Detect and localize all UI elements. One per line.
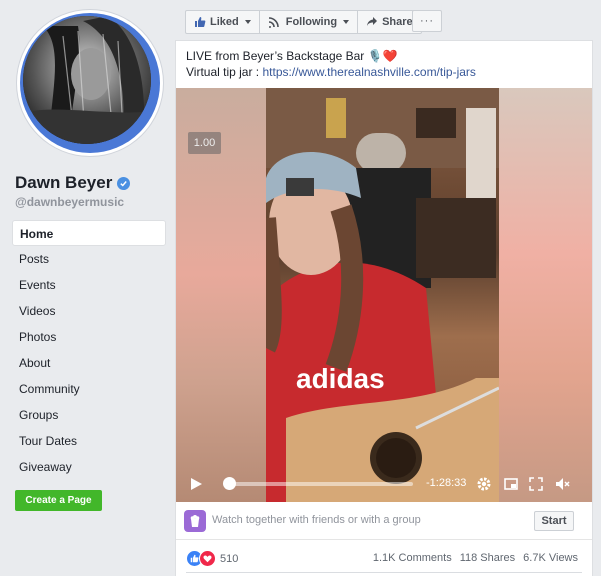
svg-text:adidas: adidas	[296, 363, 385, 394]
tip-jar-link[interactable]: https://www.therealnashville.com/tip-jar…	[262, 65, 475, 79]
engagement-counts: 1.1K Comments 118 Shares 6.7K Views	[373, 552, 578, 564]
left-column: Dawn Beyer @dawnbeyermusic Home Posts Ev…	[0, 0, 174, 576]
gear-icon[interactable]	[476, 476, 492, 492]
verified-badge-icon	[117, 176, 131, 190]
nav-item-about[interactable]: About	[12, 350, 166, 376]
post-line-2: Virtual tip jar : https://www.therealnas…	[186, 64, 476, 80]
love-reaction-icon	[199, 550, 216, 567]
microphone-icon: 🎙️	[367, 49, 383, 63]
create-page-button[interactable]: Create a Page	[15, 490, 102, 511]
post-text: LIVE from Beyer’s Backstage Bar 🎙️❤️ Vir…	[186, 48, 476, 80]
nav-item-giveaway[interactable]: Giveaway	[12, 454, 166, 480]
reaction-count[interactable]: 510	[220, 553, 238, 565]
start-watch-party-button[interactable]: Start	[534, 511, 574, 531]
video-progress-bar[interactable]	[229, 482, 413, 486]
page-navigation: Home Posts Events Videos Photos About Co…	[12, 220, 166, 480]
fullscreen-icon[interactable]	[528, 476, 544, 492]
following-label: Following	[285, 16, 338, 28]
popcorn-icon	[184, 510, 206, 532]
heart-icon: ❤️	[382, 49, 398, 63]
playback-rate[interactable]: 1.00	[188, 132, 221, 154]
muted-speaker-icon[interactable]	[554, 476, 570, 492]
shares-count[interactable]: 118 Shares	[460, 552, 515, 564]
nav-item-photos[interactable]: Photos	[12, 324, 166, 350]
time-remaining: -1:28:33	[426, 477, 467, 489]
more-dots-icon: ···	[420, 15, 434, 27]
nav-item-community[interactable]: Community	[12, 376, 166, 402]
following-button[interactable]: Following	[260, 11, 359, 33]
nav-item-videos[interactable]: Videos	[12, 298, 166, 324]
picture-in-picture-icon[interactable]	[503, 476, 519, 492]
watch-party-text: Watch together with friends or with a gr…	[212, 514, 421, 526]
nav-item-tour-dates[interactable]: Tour Dates	[12, 428, 166, 454]
post-line-1: LIVE from Beyer’s Backstage Bar 🎙️❤️	[186, 48, 476, 64]
video-player[interactable]: adidas 1.00 -1:28:33	[176, 88, 592, 502]
liked-button[interactable]: Liked	[186, 11, 260, 33]
profile-picture-frame[interactable]	[17, 10, 163, 156]
nav-item-home[interactable]: Home	[12, 220, 166, 246]
thumbs-up-icon	[195, 17, 206, 27]
chevron-down-icon	[343, 20, 350, 24]
views-count: 6.7K Views	[523, 552, 578, 564]
reactions-summary[interactable]: 510	[186, 550, 238, 567]
share-arrow-icon	[367, 17, 378, 26]
nav-item-posts[interactable]: Posts	[12, 246, 166, 272]
post-card: LIVE from Beyer’s Backstage Bar 🎙️❤️ Vir…	[175, 40, 593, 576]
share-label: Share	[382, 16, 413, 28]
right-gutter	[594, 0, 601, 576]
nav-item-groups[interactable]: Groups	[12, 402, 166, 428]
rss-follow-icon	[268, 17, 279, 28]
page-name-text[interactable]: Dawn Beyer	[15, 173, 112, 193]
avatar[interactable]	[23, 16, 151, 144]
video-blur-right	[497, 88, 592, 502]
tip-jar-label: Virtual tip jar :	[186, 65, 263, 79]
watch-party-row: Watch together with friends or with a gr…	[176, 502, 592, 540]
page-handle[interactable]: @dawnbeyermusic	[15, 195, 124, 209]
post-title: LIVE from Beyer’s Backstage Bar	[186, 49, 365, 63]
divider	[186, 572, 582, 573]
page-name[interactable]: Dawn Beyer	[15, 173, 131, 193]
liked-label: Liked	[210, 16, 239, 28]
video-frame[interactable]: adidas	[266, 88, 499, 502]
play-icon[interactable]	[188, 476, 204, 492]
engagement-stats: 510 1.1K Comments 118 Shares 6.7K Views	[176, 544, 592, 570]
page-action-bar: Liked Following Share	[185, 10, 422, 34]
nav-item-events[interactable]: Events	[12, 272, 166, 298]
chevron-down-icon	[244, 20, 251, 24]
progress-scrubber-handle[interactable]	[223, 477, 236, 490]
comments-count[interactable]: 1.1K Comments	[373, 552, 452, 564]
more-options-button[interactable]: ···	[412, 10, 442, 32]
